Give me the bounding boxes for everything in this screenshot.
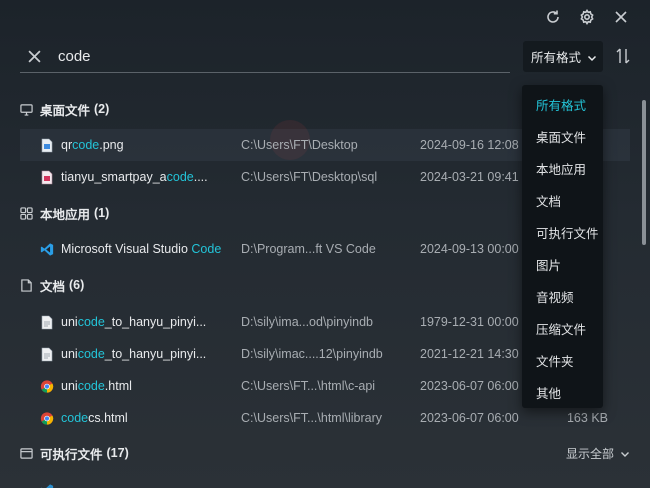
result-row-partial[interactable] <box>20 474 630 488</box>
file-path: C:\Users\FT...\html\library <box>241 411 382 425</box>
apps-grid-icon <box>20 206 34 220</box>
format-dropdown-menu: 所有格式 桌面文件 本地应用 文档 可执行文件 图片 音视频 压缩文件 文件夹 … <box>522 85 603 408</box>
scrollbar[interactable] <box>642 100 646 245</box>
text-file-icon <box>40 314 54 330</box>
clear-search-icon[interactable] <box>20 42 48 70</box>
file-date: 2023-06-07 06:00 <box>420 379 519 393</box>
file-path: C:\Users\FT\Desktop <box>241 138 358 152</box>
refresh-icon[interactable] <box>544 8 562 26</box>
dropdown-option-desktop-files[interactable]: 桌面文件 <box>522 120 603 152</box>
dropdown-option-images[interactable]: 图片 <box>522 248 603 280</box>
format-filter-select[interactable]: 所有格式 <box>523 41 603 72</box>
dropdown-option-audio-video[interactable]: 音视频 <box>522 280 603 312</box>
text-file-icon <box>40 346 54 362</box>
file-date: 2023-06-07 06:00 <box>420 411 519 425</box>
section-count: (2) <box>94 102 110 116</box>
show-all-button[interactable]: 显示全部 <box>566 445 630 462</box>
dropdown-option-folders[interactable]: 文件夹 <box>522 344 603 376</box>
file-name: unicode.html <box>61 379 132 393</box>
dropdown-option-documents[interactable]: 文档 <box>522 184 603 216</box>
file-name: Microsoft Visual Studio Code <box>61 242 222 256</box>
executable-icon <box>20 446 34 460</box>
document-icon <box>20 278 34 292</box>
search-window: 所有格式 桌面文件 (2) qrcode.png C:\Users\FT\Des… <box>0 0 650 488</box>
format-filter-label: 所有格式 <box>531 51 582 65</box>
chevron-down-icon <box>587 52 597 62</box>
dropdown-option-executables[interactable]: 可执行文件 <box>522 216 603 248</box>
dropdown-option-all-formats[interactable]: 所有格式 <box>522 88 603 120</box>
file-path: D:\sily\imac....12\pinyindb <box>241 347 383 361</box>
chevron-down-icon <box>621 451 629 457</box>
chrome-icon <box>40 410 54 426</box>
vscode-app-icon <box>40 482 54 488</box>
file-date: 1979-12-31 00:00 <box>420 315 519 329</box>
file-size: 163 KB <box>566 411 608 425</box>
chrome-icon <box>40 378 54 394</box>
section-header-executables: 可执行文件 (17) 显示全部 <box>20 440 630 466</box>
dropdown-option-other[interactable]: 其他 <box>522 376 603 408</box>
dropdown-option-local-apps[interactable]: 本地应用 <box>522 152 603 184</box>
file-path: C:\Users\FT...\html\c-api <box>241 379 376 393</box>
file-date: 2024-03-21 09:41 <box>420 170 519 184</box>
gear-icon[interactable] <box>578 8 596 26</box>
window-controls <box>544 8 630 26</box>
file-date: 2021-12-21 14:30 <box>420 347 519 361</box>
dropdown-option-archives[interactable]: 压缩文件 <box>522 312 603 344</box>
file-date: 2024-09-13 00:00 <box>420 242 519 256</box>
section-title: 本地应用 <box>40 207 91 222</box>
image-file-icon <box>40 137 54 153</box>
search-bar <box>20 40 510 73</box>
section-title: 可执行文件 <box>40 447 103 462</box>
section-count: (6) <box>69 278 85 292</box>
file-name: unicode_to_hanyu_pinyi... <box>61 315 207 329</box>
sql-file-icon <box>40 169 54 185</box>
file-name: tianyu_smartpay_acode.... <box>61 170 208 184</box>
file-name: codecs.html <box>61 411 128 425</box>
monitor-icon <box>20 102 34 116</box>
show-all-label: 显示全部 <box>565 447 614 461</box>
close-icon[interactable] <box>612 8 630 26</box>
file-path: D:\sily\ima...od\pinyindb <box>241 315 374 329</box>
file-path: D:\Program...ft VS Code <box>241 242 376 256</box>
file-date: 2024-09-16 12:08 <box>420 138 519 152</box>
sort-order-icon[interactable] <box>615 46 633 66</box>
vscode-app-icon <box>40 241 54 257</box>
section-title: 桌面文件 <box>40 103 91 118</box>
section-title: 文档 <box>40 279 66 294</box>
file-name: qrcode.png <box>61 138 124 152</box>
file-name: unicode_to_hanyu_pinyi... <box>61 347 207 361</box>
file-path: C:\Users\FT\Desktop\sql <box>241 170 378 184</box>
section-count: (17) <box>106 446 129 460</box>
search-input[interactable] <box>48 47 510 65</box>
section-count: (1) <box>94 206 110 220</box>
